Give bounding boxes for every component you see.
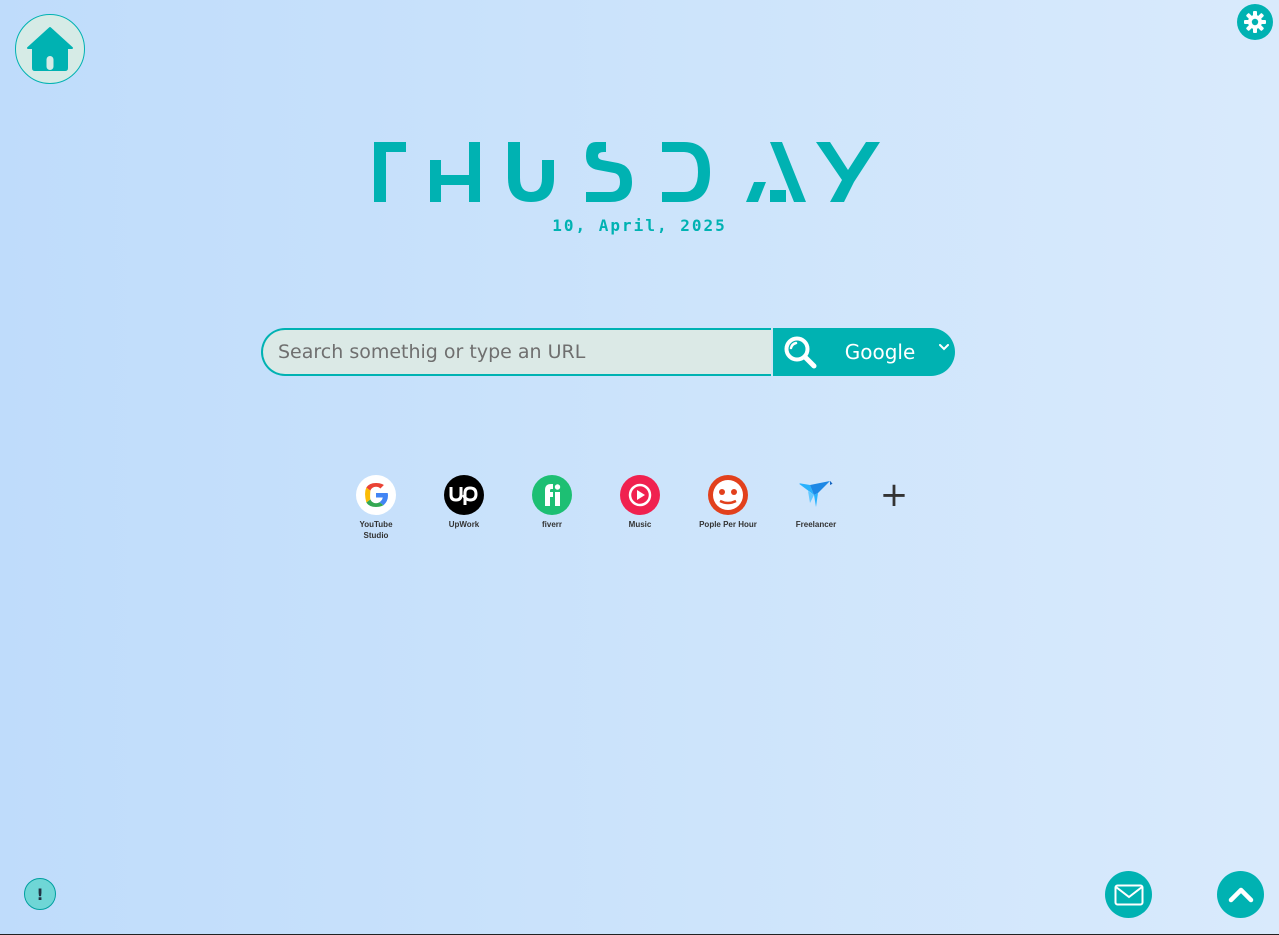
home-button[interactable] (15, 14, 85, 84)
upwork-logo-icon (444, 475, 484, 515)
shortcut-label: Freelancer (795, 520, 837, 529)
settings-button[interactable] (1237, 4, 1273, 40)
shortcut-music[interactable]: Music (617, 475, 663, 541)
shortcut-label: Music (628, 520, 652, 529)
search-engine-label: Google (844, 340, 916, 364)
shortcut-upwork[interactable]: UpWork (441, 475, 487, 541)
shortcut-label: UpWork (448, 520, 480, 529)
fiverr-logo-icon (532, 475, 572, 515)
freelancer-bird-icon (796, 475, 836, 515)
shortcut-youtube-studio[interactable]: YouTube Studio (353, 475, 399, 541)
shortcut-label: fiverr (541, 520, 562, 529)
shortcut-list: YouTube Studio UpWork fiverr Music Pople… (353, 475, 914, 541)
gear-icon (1244, 11, 1266, 33)
chevron-down-icon (939, 344, 949, 351)
day-title (374, 142, 880, 202)
search-button[interactable] (771, 328, 823, 376)
mail-icon (1114, 884, 1143, 905)
shortcut-label: YouTube Studio (359, 520, 393, 540)
home-icon (27, 27, 73, 71)
shortcut-fiverr[interactable]: fiverr (529, 475, 575, 541)
mail-button[interactable] (1105, 871, 1152, 918)
shortcut-freelancer[interactable]: Freelancer (793, 475, 839, 541)
search-bar: Google (261, 328, 955, 376)
day-title-logotype (374, 142, 880, 202)
google-logo-icon (356, 475, 396, 515)
chevron-up-icon (1228, 887, 1253, 902)
date-label: 10, April, 2025 (552, 216, 727, 235)
search-input[interactable] (261, 328, 773, 376)
search-engine-select[interactable]: Google (823, 328, 955, 376)
info-button[interactable]: ! (24, 878, 56, 910)
add-shortcut-button[interactable]: + (874, 475, 914, 515)
shortcut-people-per-hour[interactable]: Pople Per Hour (699, 475, 757, 541)
scroll-top-button[interactable] (1217, 871, 1264, 918)
search-icon (784, 336, 817, 369)
music-play-icon (620, 475, 660, 515)
peopleperhour-logo-icon (708, 475, 748, 515)
shortcut-label: Pople Per Hour (699, 520, 757, 529)
